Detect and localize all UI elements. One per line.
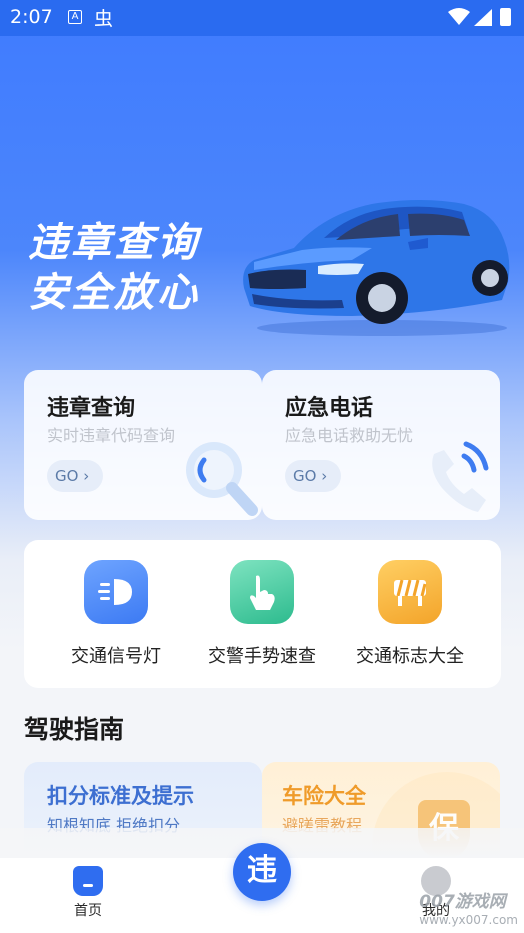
wifi-icon <box>448 8 470 25</box>
watermark: 007游戏网 www.yx007.com <box>419 893 518 929</box>
card-title: 违章查询 <box>47 396 136 421</box>
bug-icon: 虫 <box>94 8 114 30</box>
emergency-call-card[interactable]: 应急电话 应急电话救助无忧 GO › <box>262 370 500 520</box>
magnifier-icon <box>186 442 258 516</box>
traffic-light-tool[interactable]: 交通信号灯 <box>41 560 191 668</box>
nav-home[interactable]: 首页 <box>66 866 110 920</box>
tool-label: 交通信号灯 <box>71 646 161 667</box>
violation-go-button[interactable]: GO › <box>47 460 103 492</box>
tools-panel: 交通信号灯 交警手势速查 交通标志大全 <box>24 540 501 688</box>
signal-icon <box>474 9 492 26</box>
phone-icon <box>432 441 489 512</box>
road-barrier-icon <box>378 560 442 624</box>
section-title: 驾驶指南 <box>24 715 125 744</box>
home-icon <box>73 866 103 896</box>
guide-title: 扣分标准及提示 <box>47 784 194 808</box>
watermark-line-2: www.yx007.com <box>419 913 518 927</box>
traffic-sign-tool[interactable]: 交通标志大全 <box>335 560 485 668</box>
guide-title: 车险大全 <box>282 784 366 808</box>
status-time: 2:07 <box>10 6 53 28</box>
tool-label: 交警手势速查 <box>208 646 316 667</box>
hero-line-2: 安全放心 <box>28 270 200 316</box>
hand-gesture-icon <box>230 560 294 624</box>
nav-home-label: 首页 <box>74 903 102 919</box>
status-bar: 2:07 A 虫 <box>0 0 524 36</box>
watermark-line-1: 007游戏网 <box>419 892 506 912</box>
hero-slogan: 违章查询 安全放心 <box>28 218 200 318</box>
tool-label: 交通标志大全 <box>356 646 464 667</box>
emergency-go-button[interactable]: GO › <box>285 460 341 492</box>
car-illustration <box>243 200 510 336</box>
notification-a-icon: A <box>68 10 82 24</box>
violation-query-card[interactable]: 违章查询 实时违章代码查询 GO › <box>24 370 262 520</box>
app-screen: 2:07 A 虫 违章查询 安全放心 违章查询 实时违章代码查询 GO › 应急… <box>0 0 524 933</box>
card-subtitle: 应急电话救助无忧 <box>285 426 414 445</box>
hero-line-1: 违章查询 <box>28 220 200 266</box>
violation-center-button[interactable]: 违 <box>233 843 291 901</box>
headlight-icon <box>84 560 148 624</box>
battery-icon <box>500 8 511 26</box>
police-gesture-tool[interactable]: 交警手势速查 <box>187 560 337 668</box>
card-subtitle: 实时违章代码查询 <box>47 426 176 445</box>
card-title: 应急电话 <box>285 396 374 421</box>
